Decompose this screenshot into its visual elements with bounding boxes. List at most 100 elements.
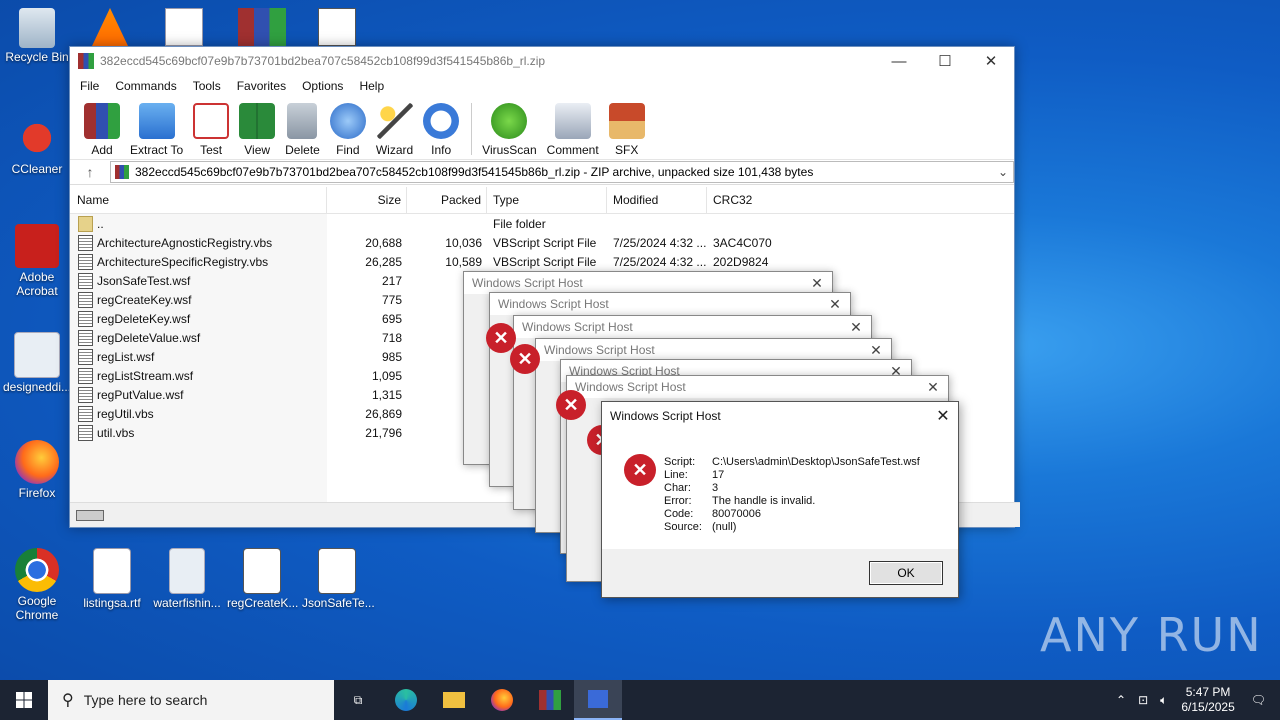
volume-icon[interactable]: 🔈︎ (1154, 693, 1173, 708)
error-icon: ✕ (556, 390, 586, 420)
network-icon[interactable]: ⊡ (1132, 693, 1154, 707)
test-button[interactable]: Test (189, 103, 233, 159)
menu-help[interactable]: Help (351, 79, 392, 93)
minimize-button[interactable]: — (876, 53, 922, 70)
desktop-icon-label: designeddi... (2, 380, 72, 394)
comment-icon (554, 103, 591, 139)
close-icon[interactable]: ✕ (928, 406, 958, 426)
ok-button[interactable]: OK (869, 561, 943, 585)
toolbar: Add Extract To Test View Delete Find Wiz… (70, 97, 1014, 160)
taskbar-search[interactable]: ⚲ Type here to search (48, 680, 334, 720)
wizard-button[interactable]: Wizard (372, 103, 417, 159)
file-name-text: regListStream.wsf (97, 368, 194, 383)
script-file-icon[interactable] (318, 8, 356, 46)
desktop-icon-firefox[interactable]: Firefox (2, 440, 72, 500)
menu-favorites[interactable]: Favorites (229, 79, 294, 93)
file-name-text: regCreateKey.wsf (97, 292, 192, 307)
script-file-icon (78, 386, 93, 403)
wsh-error-dialog: Windows Script Host ✕ ✕ Script: C:\Users\… (601, 401, 959, 598)
desktop-icon-regcreatekey[interactable]: regCreateK... (227, 548, 298, 610)
clock-time: 5:47 PM (1185, 685, 1231, 699)
clock-date: 6/15/2025 (1181, 700, 1235, 714)
start-button[interactable] (0, 680, 48, 720)
file-size: 695 (381, 311, 402, 326)
extract-to-button[interactable]: Extract To (126, 103, 187, 159)
taskbar: ⚲ Type here to search ⧉ ⌃ ⊡ 🔈︎ 5:47 PM 6… (0, 680, 1280, 720)
desktop-icon-adobe-acrobat[interactable]: Adobe Acrobat (2, 224, 72, 298)
clock[interactable]: 5:47 PM 6/15/2025 (1173, 685, 1242, 715)
close-icon[interactable]: ✕ (841, 319, 871, 336)
task-view-icon[interactable]: ⧉ (334, 680, 382, 720)
chevron-up-icon[interactable]: ⌃ (1110, 693, 1132, 707)
script-file-icon (78, 310, 93, 327)
sfx-button[interactable]: SFX (605, 103, 649, 159)
info-button[interactable]: Info (419, 103, 463, 159)
vlc-icon[interactable] (92, 8, 128, 46)
virusscan-button[interactable]: VirusScan (478, 103, 540, 159)
desktop-icon-waterfishin[interactable]: waterfishin... (152, 548, 222, 610)
notification-icon[interactable]: 🗨︎ (1243, 693, 1280, 707)
script-value: C:\Users\admin\Desktop\JsonSafeTest.wsf (712, 456, 920, 468)
menu-commands[interactable]: Commands (107, 79, 184, 93)
error-icon: ✕ (486, 323, 516, 353)
desktop-icon-recycle-bin[interactable]: Recycle Bin (2, 8, 72, 64)
file-explorer-icon[interactable] (430, 680, 478, 720)
winrar-icon[interactable] (238, 8, 286, 46)
winrar-taskbar-icon[interactable] (526, 680, 574, 720)
script-file-icon (78, 424, 93, 441)
close-icon[interactable]: ✕ (861, 342, 891, 359)
desktop-icon-jsonsafetest[interactable]: JsonSafeTe... (302, 548, 375, 610)
code-value: 80070006 (712, 508, 761, 520)
menu-tools[interactable]: Tools (185, 79, 229, 93)
table-row[interactable]: .. File folder (70, 214, 1014, 233)
desktop-icon-designed[interactable]: designeddi... (2, 332, 72, 394)
toolbar-separator (471, 103, 473, 155)
folder-icon (78, 215, 93, 232)
close-icon[interactable]: ✕ (820, 296, 850, 313)
column-name[interactable]: Name (70, 187, 327, 213)
file-crc: 3AC4C070 (713, 235, 772, 250)
menu-file[interactable]: File (72, 79, 107, 93)
chevron-down-icon[interactable]: ⌄ (993, 165, 1013, 179)
view-button[interactable]: View (235, 103, 279, 159)
find-button[interactable]: Find (326, 103, 370, 159)
word-file-icon[interactable] (165, 8, 203, 46)
recycle-bin-icon (19, 8, 55, 48)
file-name: regPutValue.wsf (70, 385, 327, 404)
edge-icon[interactable] (382, 680, 430, 720)
column-crc32[interactable]: CRC32 (707, 187, 777, 213)
column-type[interactable]: Type (487, 187, 607, 213)
file-name-text: regUtil.vbs (97, 406, 154, 421)
up-arrow-icon[interactable]: ↑ (70, 164, 110, 180)
close-icon[interactable]: ✕ (918, 379, 948, 396)
desktop-icon-label: Firefox (18, 486, 56, 500)
file-name-text: ArchitectureSpecificRegistry.vbs (97, 254, 269, 269)
menu-bar: File Commands Tools Favorites Options He… (70, 75, 1014, 97)
maximize-button[interactable]: ☐ (922, 52, 968, 70)
address-field[interactable]: 382eccd545c69bcf07e9b7b73701bd2bea707c58… (110, 161, 1014, 183)
wsh-taskbar-icon[interactable] (574, 680, 622, 720)
comment-button[interactable]: Comment (543, 103, 603, 159)
menu-options[interactable]: Options (294, 79, 351, 93)
column-modified[interactable]: Modified (607, 187, 707, 213)
error-details: Script: C:\Users\admin\Desktop\JsonSafeTe… (664, 456, 920, 534)
desktop-icon-chrome[interactable]: Google Chrome (2, 548, 72, 622)
drive-icon (76, 509, 104, 521)
firefox-icon[interactable] (478, 680, 526, 720)
file-size: 26,869 (365, 406, 402, 421)
delete-button[interactable]: Delete (281, 103, 324, 159)
table-row[interactable]: ArchitectureAgnosticRegistry.vbs 20,688 10… (70, 233, 1014, 252)
add-button[interactable]: Add (80, 103, 124, 159)
wand-icon (376, 103, 413, 139)
source-label: Source: (664, 521, 702, 533)
desktop-icon-listingsa[interactable]: listingsa.rtf (77, 548, 147, 610)
column-packed[interactable]: Packed (407, 187, 487, 213)
file-name-text: regPutValue.wsf (97, 387, 184, 402)
table-row[interactable]: ArchitectureSpecificRegistry.vbs 26,285 10… (70, 252, 1014, 271)
column-size[interactable]: Size (327, 187, 407, 213)
desktop-icon-ccleaner[interactable]: CCleaner (2, 116, 72, 176)
script-file-icon (243, 548, 281, 594)
close-button[interactable]: ✕ (968, 52, 1014, 70)
close-icon[interactable]: ✕ (802, 275, 832, 292)
chrome-icon (15, 548, 59, 592)
